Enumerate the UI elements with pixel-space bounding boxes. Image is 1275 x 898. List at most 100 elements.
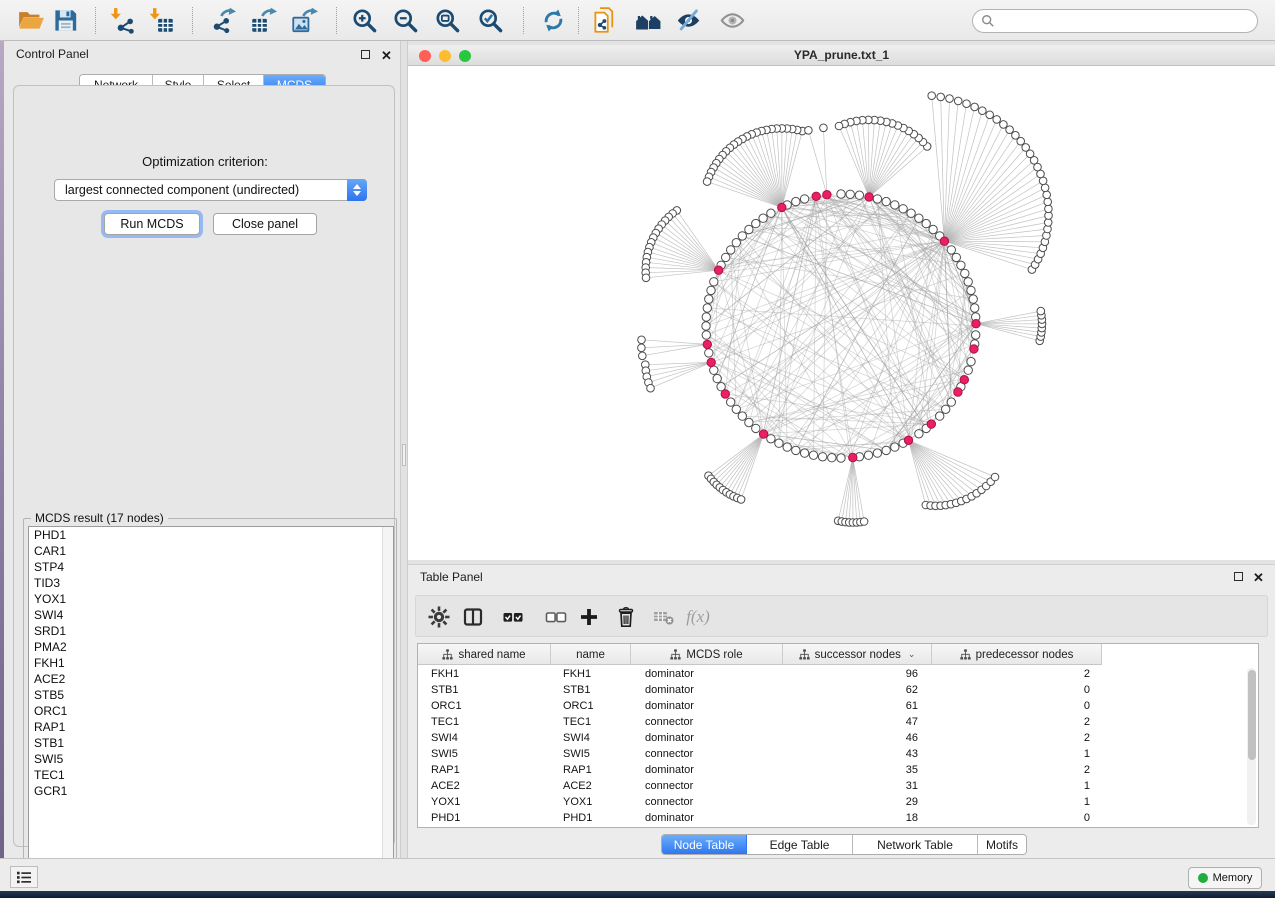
cell-successor-nodes: 29 xyxy=(783,794,932,810)
cell-shared-name: ORC1 xyxy=(418,698,551,714)
mcds-result-list[interactable]: PHD1CAR1STP4TID3YOX1SWI4SRD1PMA2FKH1ACE2… xyxy=(28,526,394,879)
table-row[interactable]: ACE2ACE2connector311 xyxy=(418,778,1102,794)
select-all-columns-icon[interactable] xyxy=(497,601,529,633)
tab-edge-table[interactable]: Edge Table xyxy=(747,835,853,854)
list-item[interactable]: TEC1 xyxy=(29,767,393,783)
list-item[interactable]: PHD1 xyxy=(29,527,393,543)
search-input[interactable] xyxy=(995,14,1257,28)
chevron-up-down-icon xyxy=(347,179,367,201)
close-window-icon[interactable] xyxy=(419,50,431,62)
network-overview-icon[interactable] xyxy=(631,4,665,37)
list-item[interactable]: SWI4 xyxy=(29,607,393,623)
column-header-shared-name[interactable]: shared name xyxy=(418,644,551,665)
close-panel-icon[interactable]: ✕ xyxy=(1253,573,1264,583)
table-panel-title: Table Panel xyxy=(420,570,483,584)
run-mcds-button[interactable]: Run MCDS xyxy=(104,213,200,235)
column-settings-icon[interactable] xyxy=(423,601,455,633)
list-item[interactable]: STB5 xyxy=(29,687,393,703)
delete-table-icon[interactable] xyxy=(648,601,680,633)
list-item[interactable]: RAP1 xyxy=(29,719,393,735)
float-panel-icon[interactable] xyxy=(361,50,370,59)
float-panel-icon[interactable] xyxy=(1234,572,1243,581)
cell-predecessor-nodes: 0 xyxy=(932,682,1102,698)
refresh-view-icon[interactable] xyxy=(536,4,570,37)
tab-network-table[interactable]: Network Table xyxy=(853,835,978,854)
search-icon xyxy=(981,14,995,28)
scrollbar-thumb[interactable] xyxy=(1248,670,1256,760)
import-table-icon[interactable] xyxy=(144,4,178,37)
table-row[interactable]: STB1STB1dominator620 xyxy=(418,682,1102,698)
list-item[interactable]: STP4 xyxy=(29,559,393,575)
table-row[interactable]: ORC1ORC1dominator610 xyxy=(418,698,1102,714)
close-panel-icon[interactable]: ✕ xyxy=(381,51,392,61)
function-builder-icon[interactable]: f(x) xyxy=(682,601,714,633)
cell-shared-name: FKH1 xyxy=(418,666,551,682)
export-table-icon[interactable] xyxy=(246,4,280,37)
close-panel-button[interactable]: Close panel xyxy=(213,213,317,235)
table-row[interactable]: FKH1FKH1dominator962 xyxy=(418,666,1102,682)
table-row[interactable]: RAP1RAP1dominator352 xyxy=(418,762,1102,778)
maximize-window-icon[interactable] xyxy=(459,50,471,62)
cell-successor-nodes: 43 xyxy=(783,746,932,762)
toggle-panels-icon[interactable] xyxy=(457,601,489,633)
list-item[interactable]: SRD1 xyxy=(29,623,393,639)
table-row[interactable]: TEC1TEC1connector472 xyxy=(418,714,1102,730)
table-row[interactable]: PHD1PHD1dominator180 xyxy=(418,810,1102,826)
new-network-from-selection-icon[interactable] xyxy=(588,4,622,37)
column-header-name[interactable]: name xyxy=(551,644,631,665)
network-canvas[interactable] xyxy=(408,66,1275,560)
table-row[interactable]: SWI4SWI4dominator462 xyxy=(418,730,1102,746)
optimization-criterion-label: Optimization criterion: xyxy=(14,154,396,169)
delete-column-icon[interactable] xyxy=(610,601,642,633)
export-network-icon[interactable] xyxy=(205,4,239,37)
import-network-icon[interactable] xyxy=(105,4,139,37)
panel-list-button[interactable] xyxy=(10,866,38,888)
export-image-icon[interactable] xyxy=(287,4,321,37)
list-item[interactable]: GCR1 xyxy=(29,783,393,799)
list-item[interactable]: TID3 xyxy=(29,575,393,591)
list-item[interactable]: FKH1 xyxy=(29,655,393,671)
list-item[interactable]: CAR1 xyxy=(29,543,393,559)
open-session-icon[interactable] xyxy=(14,4,48,37)
list-scrollbar[interactable] xyxy=(382,527,393,878)
list-item[interactable]: ACE2 xyxy=(29,671,393,687)
status-bar: Memory xyxy=(0,858,1275,891)
search-box[interactable] xyxy=(972,9,1258,33)
add-column-icon[interactable] xyxy=(573,601,605,633)
list-item[interactable]: STB1 xyxy=(29,735,393,751)
tab-node-table[interactable]: Node Table xyxy=(662,835,747,854)
network-window-titlebar[interactable]: YPA_prune.txt_1 xyxy=(408,45,1275,66)
optimization-criterion-select[interactable]: largest connected component (undirected) xyxy=(54,179,367,201)
table-panel: Table Panel ✕ f(x) xyxy=(408,565,1275,858)
hide-selected-icon[interactable] xyxy=(671,4,705,37)
column-header-successor-nodes[interactable]: successor nodes⌄ xyxy=(783,644,932,665)
minimize-window-icon[interactable] xyxy=(439,50,451,62)
table-row[interactable]: SWI5SWI5connector431 xyxy=(418,746,1102,762)
node-table[interactable]: shared namenameMCDS rolesuccessor nodes⌄… xyxy=(417,643,1259,828)
column-header-MCDS-role[interactable]: MCDS role xyxy=(631,644,783,665)
list-item[interactable]: PMA2 xyxy=(29,639,393,655)
table-row[interactable]: YOX1YOX1connector291 xyxy=(418,794,1102,810)
cell-predecessor-nodes: 2 xyxy=(932,714,1102,730)
zoom-out-icon[interactable] xyxy=(388,4,422,37)
cell-name: TEC1 xyxy=(551,714,631,730)
list-item[interactable]: YOX1 xyxy=(29,591,393,607)
zoom-in-icon[interactable] xyxy=(347,4,381,37)
column-header-predecessor-nodes[interactable]: predecessor nodes xyxy=(932,644,1102,665)
cell-predecessor-nodes: 2 xyxy=(932,730,1102,746)
zoom-fit-icon[interactable] xyxy=(430,4,464,37)
show-hidden-icon[interactable] xyxy=(715,4,749,37)
memory-button[interactable]: Memory xyxy=(1188,867,1262,889)
table-scrollbar[interactable] xyxy=(1247,668,1256,825)
save-session-icon[interactable] xyxy=(48,4,82,37)
list-item[interactable]: ORC1 xyxy=(29,703,393,719)
cell-predecessor-nodes: 0 xyxy=(932,810,1102,826)
vertical-splitter[interactable] xyxy=(400,41,408,858)
splitter-handle[interactable] xyxy=(402,444,406,466)
deselect-all-columns-icon[interactable] xyxy=(540,601,572,633)
column-namespace-icon xyxy=(442,649,453,660)
zoom-selected-icon[interactable] xyxy=(473,4,507,37)
tab-motifs[interactable]: Motifs xyxy=(978,835,1026,854)
list-item[interactable]: SWI5 xyxy=(29,751,393,767)
cell-MCDS-role: dominator xyxy=(631,698,783,714)
